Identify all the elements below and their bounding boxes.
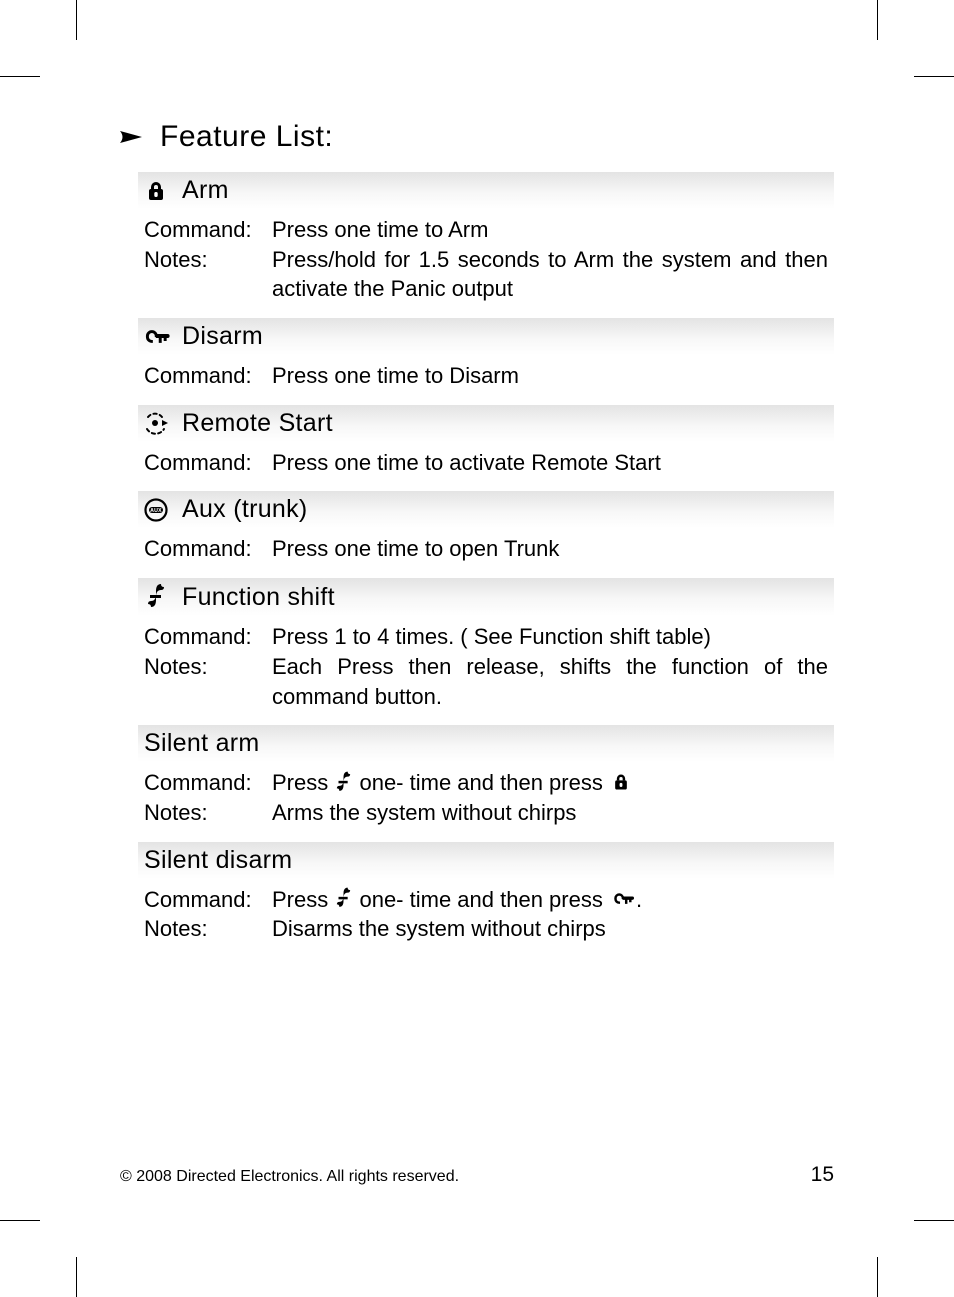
kv-value: Press one time to open Trunk xyxy=(272,534,828,564)
kv-value: Arms the system without chirps xyxy=(272,798,828,828)
lock-icon xyxy=(611,772,631,792)
kv-label: Notes xyxy=(144,652,272,682)
kv-label: Command xyxy=(144,448,272,478)
kv-label: Notes xyxy=(144,914,272,944)
remote-start-icon xyxy=(142,411,170,435)
section-body: CommandPress one time to activate Remote… xyxy=(138,442,834,492)
section-body: CommandPress one time to open Trunk xyxy=(138,528,834,578)
crop-mark xyxy=(76,0,77,40)
page-footer: © 2008 Directed Electronics. All rights … xyxy=(120,1163,834,1187)
section-title: Silent disarm xyxy=(144,846,292,875)
section-body: CommandPress one time to Disarm xyxy=(138,355,834,405)
kv-row: NotesPress/hold for 1.5 seconds to Arm t… xyxy=(144,245,828,304)
crop-mark xyxy=(877,1257,878,1297)
kv-value: Disarms the system without chirps xyxy=(272,914,828,944)
section-header: Disarm xyxy=(138,318,834,355)
kv-value: Press 1 to 4 times. ( See Function shift… xyxy=(272,622,828,652)
aux-icon: AUX xyxy=(142,498,170,522)
section-title: Remote Start xyxy=(182,409,333,438)
kv-label: Command xyxy=(144,361,272,391)
kv-value: Each Press then release, shifts the func… xyxy=(272,652,828,711)
section-title: Silent arm xyxy=(144,729,260,758)
kv-label: Command xyxy=(144,534,272,564)
kv-value: Press/hold for 1.5 seconds to Arm the sy… xyxy=(272,245,828,304)
kv-label: Notes xyxy=(144,245,272,275)
kv-row: NotesDisarms the system without chirps xyxy=(144,914,828,944)
section-header: Function shift xyxy=(138,578,834,616)
section-body: CommandPress 1 to 4 times. ( See Functio… xyxy=(138,616,834,725)
svg-text:AUX: AUX xyxy=(150,508,162,514)
crop-mark xyxy=(877,0,878,40)
section-title: Aux (trunk) xyxy=(182,495,308,524)
kv-value: Press one- time and then press . xyxy=(272,885,828,915)
kv-row: CommandPress one time to Disarm xyxy=(144,361,828,391)
section-header: Remote Start xyxy=(138,405,834,442)
kv-label: Command xyxy=(144,215,272,245)
function-icon xyxy=(336,770,351,795)
page-number: 15 xyxy=(811,1163,834,1187)
unlock-icon xyxy=(142,325,170,349)
section-header: Silent disarm xyxy=(138,842,834,879)
kv-label: Notes xyxy=(144,798,272,828)
kv-row: CommandPress one time to open Trunk xyxy=(144,534,828,564)
crop-mark xyxy=(76,1257,77,1297)
kv-row: NotesArms the system without chirps xyxy=(144,798,828,828)
feature-list: ArmCommandPress one time to ArmNotesPres… xyxy=(138,172,834,958)
section-header: Silent arm xyxy=(138,725,834,762)
page-title: Feature List: xyxy=(160,120,333,154)
lock-icon xyxy=(142,179,170,203)
page-heading: Feature List: xyxy=(120,120,834,154)
kv-value: Press one- time and then press xyxy=(272,768,828,798)
section-header: AUX Aux (trunk) xyxy=(138,491,834,528)
section-body: CommandPress one time to ArmNotesPress/h… xyxy=(138,209,834,318)
crop-mark xyxy=(914,76,954,77)
kv-row: NotesEach Press then release, shifts the… xyxy=(144,652,828,711)
crop-mark xyxy=(0,1220,40,1221)
crop-mark xyxy=(0,76,40,77)
unlock-icon xyxy=(611,889,634,909)
section-body: CommandPress one- time and then press .N… xyxy=(138,879,834,958)
kv-value: Press one time to Arm xyxy=(272,215,828,245)
kv-label: Command xyxy=(144,768,272,798)
copyright-text: © 2008 Directed Electronics. All rights … xyxy=(120,1168,459,1186)
function-icon xyxy=(142,582,170,612)
crop-mark xyxy=(914,1220,954,1221)
kv-label: Command xyxy=(144,885,272,915)
section-title: Disarm xyxy=(182,322,263,351)
kv-row: CommandPress one- time and then press . xyxy=(144,885,828,915)
page: Feature List: ArmCommandPress one time t… xyxy=(0,0,954,1297)
kv-value: Press one time to Disarm xyxy=(272,361,828,391)
kv-row: CommandPress one- time and then press xyxy=(144,768,828,798)
kv-row: CommandPress one time to activate Remote… xyxy=(144,448,828,478)
kv-label: Command xyxy=(144,622,272,652)
kv-value: Press one time to activate Remote Start xyxy=(272,448,828,478)
kv-row: CommandPress one time to Arm xyxy=(144,215,828,245)
kv-row: CommandPress 1 to 4 times. ( See Functio… xyxy=(144,622,828,652)
section-body: CommandPress one- time and then press No… xyxy=(138,762,834,841)
section-title: Function shift xyxy=(182,583,335,612)
section-header: Arm xyxy=(138,172,834,209)
arrow-right-icon xyxy=(120,127,150,147)
function-icon xyxy=(336,886,351,911)
section-title: Arm xyxy=(182,176,229,205)
